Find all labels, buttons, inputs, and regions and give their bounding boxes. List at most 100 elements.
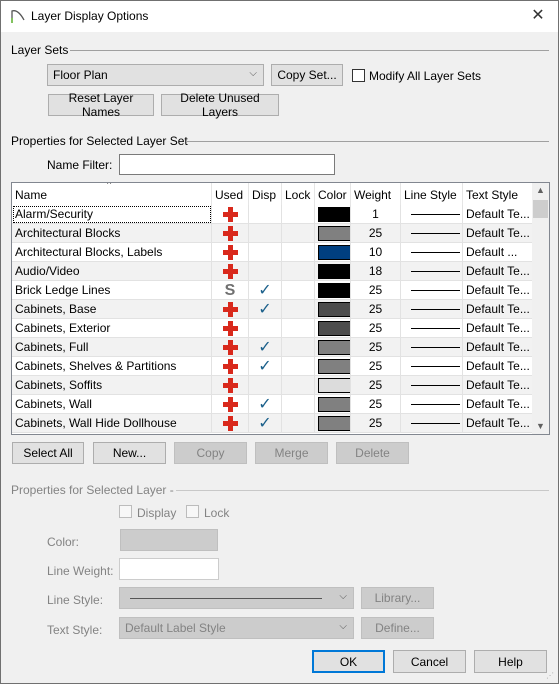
used-cell[interactable]: [212, 376, 249, 395]
scroll-up-icon[interactable]: ▲: [536, 185, 545, 195]
line-style-cell[interactable]: [401, 357, 463, 376]
line-style-cell[interactable]: [401, 414, 463, 433]
weight-cell[interactable]: 18: [351, 262, 401, 281]
layer-name[interactable]: Brick Ledge Lines: [12, 281, 212, 300]
used-cell[interactable]: [212, 262, 249, 281]
line-style-cell[interactable]: [401, 300, 463, 319]
layer-name[interactable]: Audio/Video: [12, 262, 212, 281]
color-picker-button[interactable]: [120, 529, 218, 551]
resize-grip-icon[interactable]: ⋰: [546, 671, 556, 681]
layer-set-select[interactable]: Floor Plan ⌵: [47, 64, 264, 86]
lock-cell[interactable]: [282, 376, 315, 395]
delete-unused-layers-button[interactable]: Delete Unused Layers: [161, 91, 279, 119]
color-cell[interactable]: [315, 281, 351, 300]
text-style-cell[interactable]: Default Te...: [463, 338, 532, 357]
line-style-cell[interactable]: [401, 224, 463, 243]
weight-cell[interactable]: 10: [351, 243, 401, 262]
layer-name[interactable]: Architectural Blocks: [12, 224, 212, 243]
used-cell[interactable]: [212, 395, 249, 414]
table-row[interactable]: Architectural Blocks 25 Default Te...: [12, 224, 532, 243]
line-weight-input[interactable]: [119, 558, 219, 580]
layer-name[interactable]: Cabinets, Wall Hide Dollhouse: [12, 414, 212, 433]
weight-cell[interactable]: 25: [351, 224, 401, 243]
lock-cell[interactable]: [282, 414, 315, 433]
display-cell[interactable]: ✓: [249, 395, 282, 414]
lock-cell[interactable]: [282, 357, 315, 376]
text-style-cell[interactable]: Default Te...: [463, 395, 532, 414]
lock-cell[interactable]: [282, 262, 315, 281]
lock-cell[interactable]: [282, 319, 315, 338]
layer-name[interactable]: Cabinets, Exterior: [12, 319, 212, 338]
table-row[interactable]: Cabinets, Full ✓ 25 Default Te...: [12, 338, 532, 357]
lock-cell[interactable]: [282, 243, 315, 262]
lock-cell[interactable]: [282, 300, 315, 319]
color-cell[interactable]: [315, 243, 351, 262]
scrollbar-thumb[interactable]: [533, 200, 548, 218]
column-header-weight[interactable]: Weight: [351, 183, 401, 205]
color-cell[interactable]: [315, 338, 351, 357]
ok-button[interactable]: OK: [312, 650, 385, 673]
lock-checkbox[interactable]: [186, 505, 199, 518]
color-cell[interactable]: [315, 262, 351, 281]
column-header-color[interactable]: Color: [315, 183, 351, 205]
line-style-cell[interactable]: [401, 262, 463, 281]
used-cell[interactable]: [212, 224, 249, 243]
color-cell[interactable]: [315, 376, 351, 395]
text-style-cell[interactable]: Default ...: [463, 243, 532, 262]
weight-cell[interactable]: 25: [351, 338, 401, 357]
scroll-down-icon[interactable]: ▼: [536, 421, 545, 431]
used-cell[interactable]: [212, 319, 249, 338]
table-row[interactable]: Architectural Blocks, Labels 10 Default ..…: [12, 243, 532, 262]
layer-name[interactable]: Cabinets, Base: [12, 300, 212, 319]
layer-name[interactable]: Architectural Blocks, Labels: [12, 243, 212, 262]
column-header-line-style[interactable]: Line Style: [401, 183, 463, 205]
lock-cell[interactable]: [282, 205, 315, 224]
color-cell[interactable]: [315, 319, 351, 338]
line-style-cell[interactable]: [401, 338, 463, 357]
display-cell[interactable]: ✓: [249, 281, 282, 300]
select-all-button[interactable]: Select All: [12, 442, 84, 464]
line-style-cell[interactable]: [401, 395, 463, 414]
vertical-scrollbar[interactable]: ▲ ▼: [532, 183, 549, 434]
table-row[interactable]: Cabinets, Wall Hide Dollhouse ✓ 25 Default …: [12, 414, 532, 433]
weight-cell[interactable]: 25: [351, 281, 401, 300]
column-header-text-style[interactable]: Text Style: [463, 183, 532, 205]
display-cell[interactable]: [249, 262, 282, 281]
table-row[interactable]: Cabinets, Exterior 25 Default Te...: [12, 319, 532, 338]
line-style-cell[interactable]: [401, 205, 463, 224]
layer-name[interactable]: Cabinets, Full: [12, 338, 212, 357]
weight-cell[interactable]: 1: [351, 205, 401, 224]
layer-name[interactable]: Cabinets, Soffits: [12, 376, 212, 395]
line-style-cell[interactable]: [401, 376, 463, 395]
table-row[interactable]: Alarm/Security 1 Default Te...: [12, 205, 532, 224]
line-style-cell[interactable]: [401, 243, 463, 262]
used-cell[interactable]: [212, 300, 249, 319]
text-style-cell[interactable]: Default Te...: [463, 262, 532, 281]
display-cell[interactable]: [249, 224, 282, 243]
used-cell[interactable]: [212, 414, 249, 433]
line-style-cell[interactable]: [401, 319, 463, 338]
layer-name[interactable]: Alarm/Security: [12, 205, 212, 224]
display-cell[interactable]: ✓: [249, 300, 282, 319]
display-checkbox[interactable]: [119, 505, 132, 518]
color-cell[interactable]: [315, 414, 351, 433]
line-style-cell[interactable]: [401, 281, 463, 300]
table-row[interactable]: Brick Ledge Lines S ✓ 25 Default Te...: [12, 281, 532, 300]
table-row[interactable]: Audio/Video 18 Default Te...: [12, 262, 532, 281]
weight-cell[interactable]: 25: [351, 357, 401, 376]
text-style-cell[interactable]: Default Te...: [463, 205, 532, 224]
used-cell[interactable]: [212, 243, 249, 262]
table-row[interactable]: Cabinets, Base ✓ 25 Default Te...: [12, 300, 532, 319]
column-header-lock[interactable]: Lock: [282, 183, 315, 205]
define-button[interactable]: Define...: [361, 617, 434, 639]
text-style-cell[interactable]: Default Te...: [463, 319, 532, 338]
delete-layer-button[interactable]: Delete: [336, 442, 409, 464]
display-cell[interactable]: [249, 243, 282, 262]
display-cell[interactable]: [249, 376, 282, 395]
layer-name[interactable]: Cabinets, Shelves & Partitions: [12, 357, 212, 376]
library-button[interactable]: Library...: [361, 587, 434, 609]
text-style-cell[interactable]: Default Te...: [463, 376, 532, 395]
text-style-cell[interactable]: Default Te...: [463, 300, 532, 319]
text-style-cell[interactable]: Default Te...: [463, 281, 532, 300]
color-cell[interactable]: [315, 395, 351, 414]
